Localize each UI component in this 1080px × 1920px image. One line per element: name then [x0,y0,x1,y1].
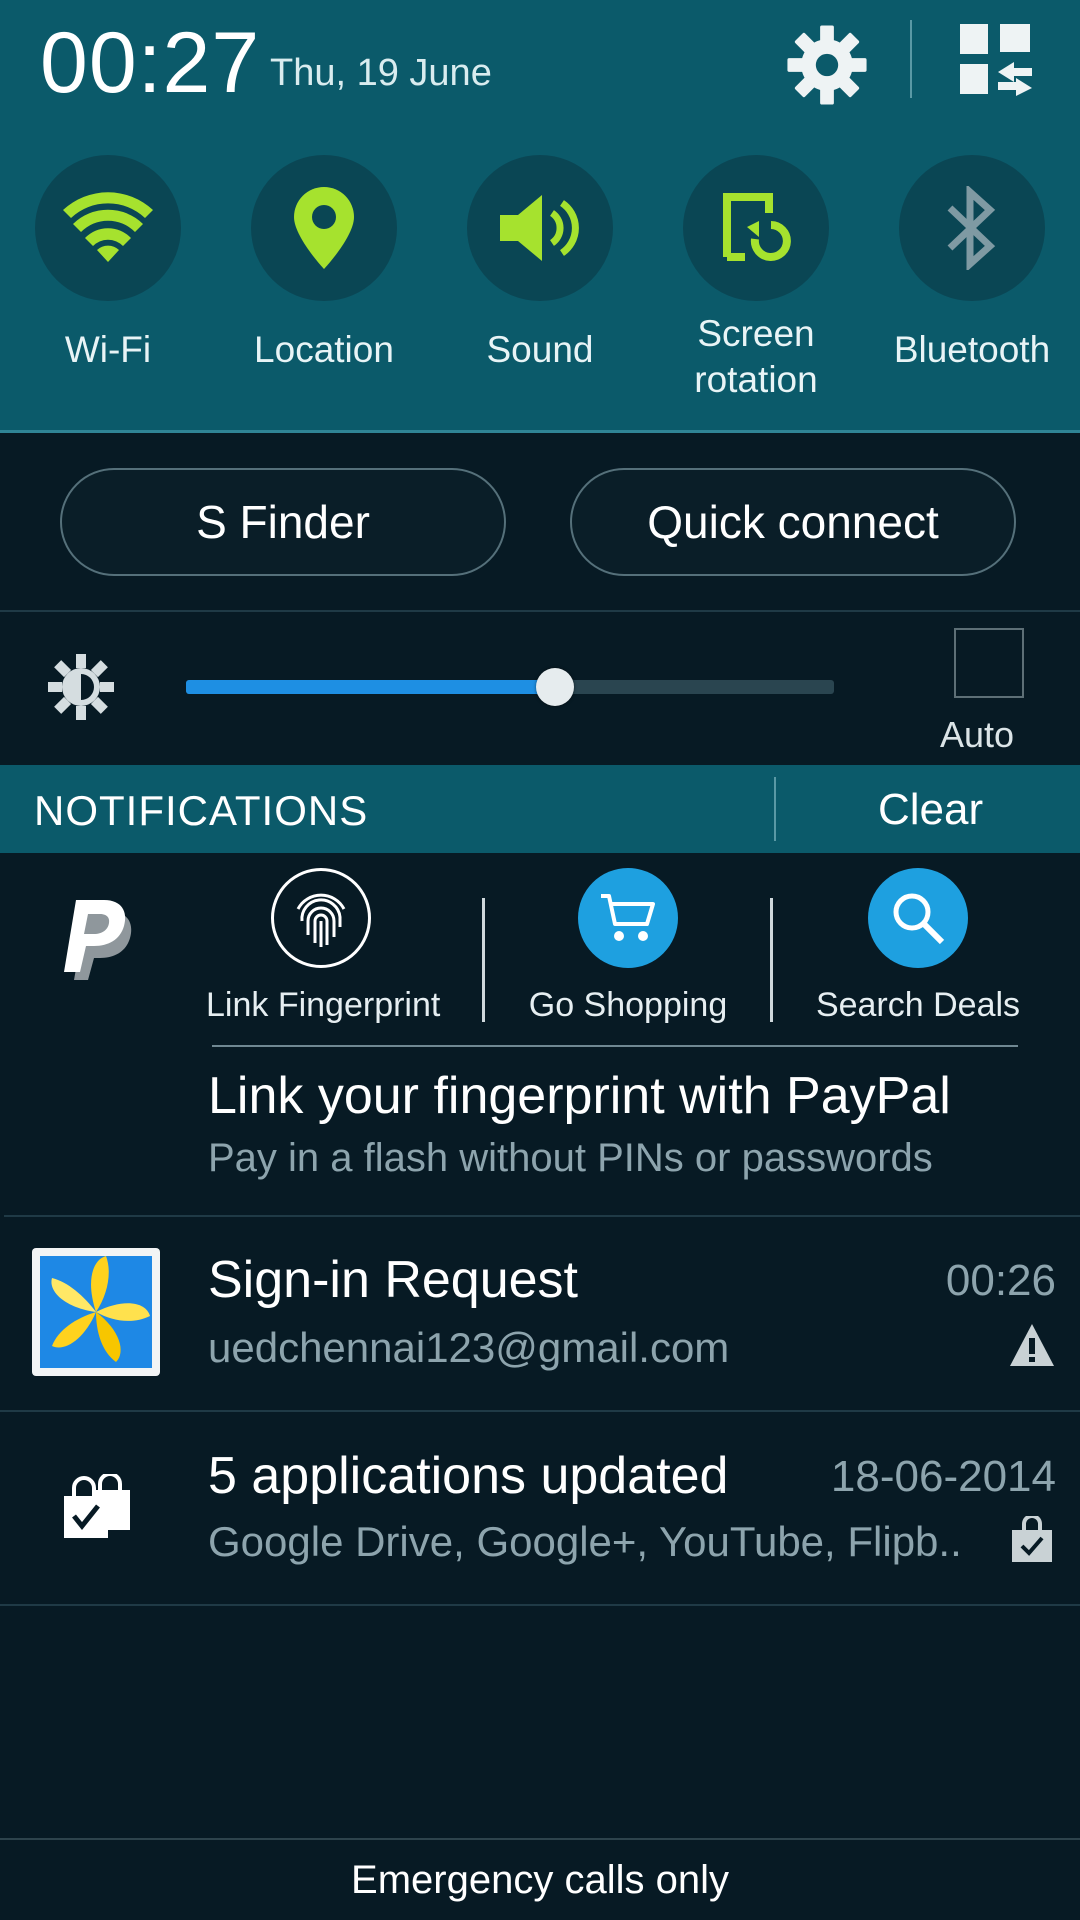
search-circle [868,868,968,968]
toggle-label: Sound [486,329,594,370]
notification-time: 00:26 [945,1256,1056,1305]
shopping-cart-icon [601,894,655,941]
footer-divider [0,1838,1080,1840]
paypal-logo-icon [64,900,132,980]
location-toggle-circle[interactable] [251,155,397,301]
toggle-bluetooth[interactable]: Bluetooth [877,155,1067,373]
auto-brightness-label: Auto [940,714,1015,755]
header-divider [910,20,912,98]
notifications-title: NOTIFICATIONS [34,787,369,834]
divider [0,1604,1080,1606]
brightness-slider[interactable] [186,668,834,706]
toggle-wifi[interactable]: Wi-Fi [13,155,203,373]
brightness-slider-handle[interactable] [536,668,575,706]
fingerprint-icon [296,893,346,947]
action-divider [770,898,773,1022]
search-icon [893,893,945,945]
notification-time: 18-06-2014 [830,1452,1056,1501]
quick-settings-panel: 00:27 Thu, 19 June Wi-Fi Location Sound … [0,0,1080,433]
clock: 00:27 [40,15,261,111]
quick-connect-button[interactable]: Quick connect [570,468,1016,576]
toggle-label: Bluetooth [893,329,1051,370]
notification-title: Sign-in Request [208,1251,578,1309]
toggle-label: Wi-Fi [64,329,152,370]
samsung-account-icon [32,1248,160,1376]
search-deals-action[interactable]: Search Deals [808,868,1028,1025]
shopping-circle [578,868,678,968]
toggle-location[interactable]: Location [229,155,419,373]
fingerprint-circle [271,868,371,968]
action-label: Search Deals [815,986,1021,1024]
wifi-icon [63,192,153,262]
paypal-notification-subtitle: Pay in a flash without PINs or passwords [208,1136,933,1180]
notification-subtitle: uedchennai123@gmail.com [208,1324,730,1371]
paypal-notification-title[interactable]: Link your fingerprint with PayPal [208,1066,951,1126]
divider [0,610,1080,612]
wifi-toggle-circle[interactable] [35,155,181,301]
sound-toggle-circle[interactable] [467,155,613,301]
action-label: Go Shopping [528,986,728,1024]
app-update-badge-icon [1012,1516,1052,1562]
toggle-label: Screen rotation [694,313,818,400]
toggle-screen-rotation[interactable]: Screen rotation [661,155,851,403]
bluetooth-icon [947,186,996,270]
shopping-bag-check-icon [64,1474,130,1538]
s-finder-button[interactable]: S Finder [60,468,506,576]
emergency-calls-label: Emergency calls only [351,1858,729,1902]
header-divider [774,777,776,841]
clear-button[interactable]: Clear [878,785,983,835]
samsung-account-flower-icon [40,1256,152,1368]
warning-icon [1010,1324,1054,1366]
notification-title: 5 applications updated [208,1447,729,1505]
link-fingerprint-action[interactable]: Link Fingerprint [206,868,441,1025]
notifications-header: NOTIFICATIONS Clear [0,765,1080,853]
divider [0,1410,1080,1412]
screen-rotation-toggle-circle[interactable] [683,155,829,301]
toggle-sound[interactable]: Sound [445,155,635,373]
paypal-card-divider [212,1045,1018,1047]
toggle-label: Location [254,329,394,370]
action-divider [482,898,485,1022]
brightness-slider-fill [186,680,556,694]
speaker-icon [500,195,579,261]
action-label: Link Fingerprint [206,986,441,1024]
notification-subtitle: Google Drive, Google+, YouTube, Flipb.. [208,1518,962,1565]
go-shopping-action[interactable]: Go Shopping [520,868,736,1025]
auto-brightness-checkbox[interactable] [954,628,1024,698]
divider [4,1215,1080,1217]
bluetooth-toggle-circle[interactable] [899,155,1045,301]
location-pin-icon [294,187,354,269]
screen-rotation-icon [723,193,791,261]
gear-icon[interactable] [784,22,870,108]
brightness-icon [48,654,114,720]
quick-panel-edit-icon[interactable] [956,22,1036,96]
date: Thu, 19 June [270,52,492,94]
